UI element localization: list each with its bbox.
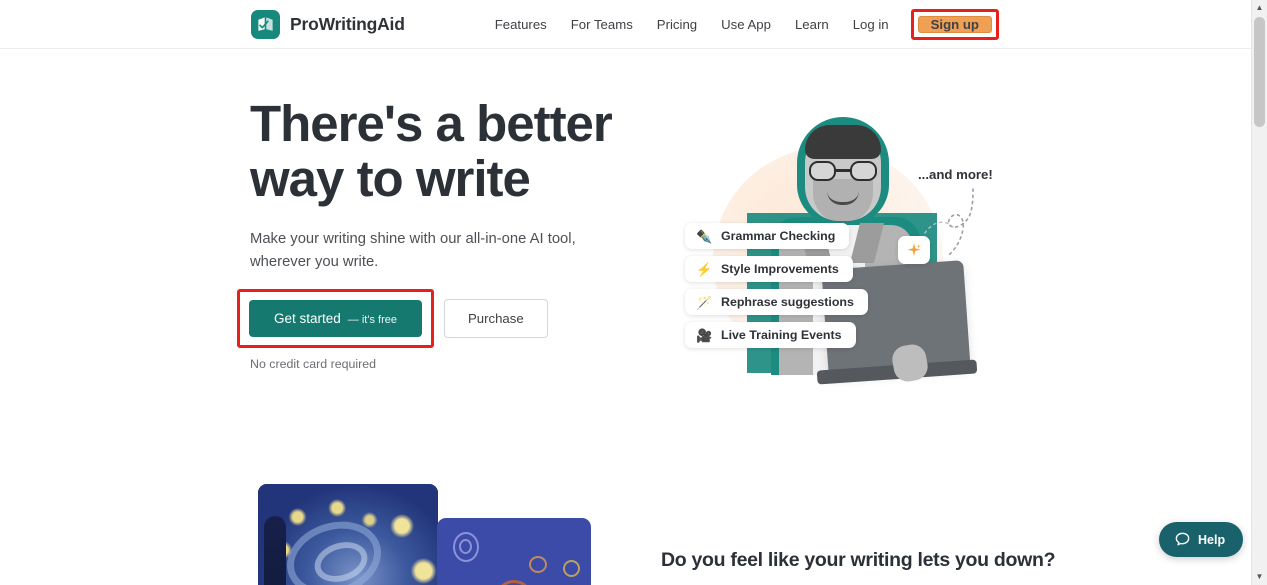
doodle-spiral bbox=[499, 580, 529, 585]
nav-use-app[interactable]: Use App bbox=[709, 17, 783, 32]
nav-log-in[interactable]: Log in bbox=[841, 17, 901, 32]
hero-illustration: ...and more! ✒️ Grammar Checking ⚡ Style… bbox=[655, 95, 1055, 385]
page-scrollbar[interactable]: ▲ ▼ bbox=[1251, 0, 1267, 585]
brand-name: ProWritingAid bbox=[290, 14, 405, 34]
page-root: ProWritingAid Features For Teams Pricing… bbox=[0, 0, 1267, 585]
purchase-button[interactable]: Purchase bbox=[443, 299, 548, 338]
starry-night-image-card bbox=[258, 484, 438, 585]
sign-up-button[interactable]: Sign up bbox=[917, 16, 992, 33]
and-more-label: ...and more! bbox=[918, 167, 993, 182]
starry-night-painting bbox=[258, 484, 438, 585]
no-credit-card-note: No credit card required bbox=[250, 357, 377, 371]
nav-pricing[interactable]: Pricing bbox=[645, 17, 709, 32]
book-logo-icon bbox=[251, 10, 280, 39]
doodle-spiral bbox=[459, 539, 472, 554]
hair bbox=[805, 125, 881, 159]
lightning-bolt-icon: ⚡ bbox=[696, 261, 713, 277]
badge-live-training-events[interactable]: 🎥 Live Training Events bbox=[685, 322, 856, 348]
hero-heading-line2: way to write bbox=[250, 150, 531, 207]
doodle-spiral bbox=[529, 556, 547, 573]
glasses-lens-right bbox=[850, 161, 877, 181]
get-started-free-label: — it's free bbox=[347, 314, 397, 326]
get-started-label: Get started bbox=[274, 311, 341, 326]
main-navigation: Features For Teams Pricing Use App Learn… bbox=[483, 0, 999, 49]
hero-subheading: Make your writing shine with our all-in-… bbox=[250, 231, 576, 270]
badge-grammar-checking[interactable]: ✒️ Grammar Checking bbox=[685, 223, 850, 249]
scroll-down-arrow-icon[interactable]: ▼ bbox=[1252, 569, 1267, 585]
badge-label: Style Improvements bbox=[721, 262, 839, 276]
painting-cypress-tree bbox=[264, 516, 286, 585]
badge-label: Live Training Events bbox=[721, 328, 842, 342]
nav-learn[interactable]: Learn bbox=[783, 17, 841, 32]
badge-style-improvements[interactable]: ⚡ Style Improvements bbox=[685, 256, 853, 282]
page-title: There's a better way to write bbox=[250, 96, 670, 206]
doodle-spiral bbox=[563, 560, 580, 577]
dotted-arrow-icon bbox=[924, 188, 974, 256]
help-label: Help bbox=[1198, 532, 1226, 547]
get-started-highlight-box: Get started — it's free bbox=[237, 289, 434, 348]
site-header: ProWritingAid Features For Teams Pricing… bbox=[0, 0, 1251, 49]
feature-badge-list: ✒️ Grammar Checking ⚡ Style Improvements… bbox=[685, 223, 868, 348]
scroll-up-arrow-icon[interactable]: ▲ bbox=[1252, 0, 1267, 16]
pen-icon: ✒️ bbox=[696, 228, 713, 244]
get-started-button[interactable]: Get started — it's free bbox=[249, 300, 422, 337]
chat-bubble-icon bbox=[1175, 532, 1190, 546]
help-widget-button[interactable]: Help bbox=[1159, 522, 1244, 557]
glasses-icon bbox=[809, 161, 877, 181]
glasses-bridge bbox=[836, 169, 850, 172]
magic-wand-icon: 🪄 bbox=[696, 294, 713, 310]
sign-up-highlight-box: Sign up bbox=[910, 9, 999, 40]
lower-section-heading: Do you feel like your writing lets you d… bbox=[661, 549, 1056, 571]
badge-label: Grammar Checking bbox=[721, 229, 836, 243]
glasses-lens-left bbox=[809, 161, 836, 181]
badge-rephrase-suggestions[interactable]: 🪄 Rephrase suggestions bbox=[685, 289, 868, 315]
doodle-image-card bbox=[437, 518, 591, 585]
hero-cta-row: Get started — it's free Purchase bbox=[237, 289, 548, 348]
brand-logo[interactable]: ProWritingAid bbox=[251, 10, 405, 39]
badge-label: Rephrase suggestions bbox=[721, 295, 854, 309]
nav-for-teams[interactable]: For Teams bbox=[559, 17, 645, 32]
nav-features[interactable]: Features bbox=[483, 17, 559, 32]
scrollbar-thumb[interactable] bbox=[1254, 17, 1265, 127]
movie-camera-icon: 🎥 bbox=[696, 327, 713, 343]
hero-heading-line1: There's a better bbox=[250, 95, 613, 152]
